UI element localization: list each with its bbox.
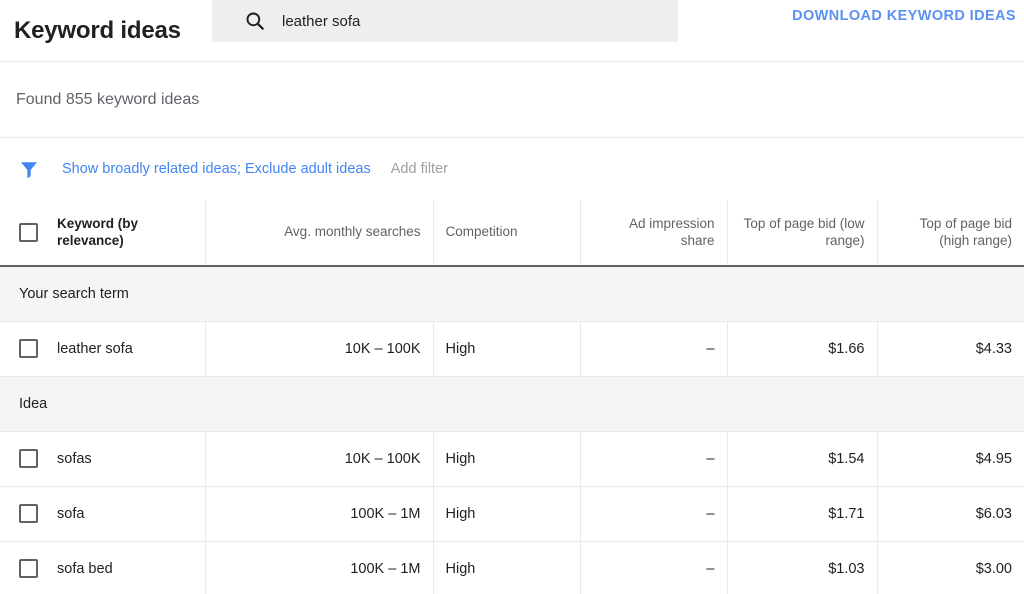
search-input-value[interactable]: leather sofa xyxy=(282,13,360,30)
cell-competition: High xyxy=(433,486,580,541)
row-checkbox[interactable] xyxy=(19,449,38,468)
add-filter-button[interactable]: Add filter xyxy=(391,161,448,177)
row-select-cell xyxy=(0,541,57,594)
row-checkbox[interactable] xyxy=(19,339,38,358)
select-all-header xyxy=(0,200,57,266)
table-row[interactable]: sofa bed100K – 1MHigh–$1.03$3.00 xyxy=(0,541,1024,594)
row-select-cell xyxy=(0,431,57,486)
table-section-title: Your search term xyxy=(0,266,1024,321)
table-section-header: Your search term xyxy=(0,266,1024,321)
table-row[interactable]: sofa100K – 1MHigh–$1.71$6.03 xyxy=(0,486,1024,541)
active-filter-chip[interactable]: Show broadly related ideas; Exclude adul… xyxy=(62,161,371,177)
cell-ad-impression-share: – xyxy=(580,321,727,376)
table-section-title: Idea xyxy=(0,376,1024,431)
keyword-search-box[interactable]: leather sofa xyxy=(212,0,678,42)
cell-avg-monthly-searches: 10K – 100K xyxy=(205,321,433,376)
filter-bar: Show broadly related ideas; Exclude adul… xyxy=(0,138,1024,200)
cell-top-of-page-bid-high: $3.00 xyxy=(877,541,1024,594)
column-header-keyword[interactable]: Keyword (by relevance) xyxy=(57,200,205,266)
table-body: Your search termleather sofa10K – 100KHi… xyxy=(0,266,1024,594)
keyword-ideas-table: Keyword (by relevance) Avg. monthly sear… xyxy=(0,200,1024,594)
column-header-competition[interactable]: Competition xyxy=(433,200,580,266)
table-header-row: Keyword (by relevance) Avg. monthly sear… xyxy=(0,200,1024,266)
filter-funnel-icon[interactable] xyxy=(18,158,40,180)
select-all-checkbox[interactable] xyxy=(19,223,38,242)
found-count-text: Found 855 keyword ideas xyxy=(16,91,199,109)
cell-ad-impression-share: – xyxy=(580,486,727,541)
cell-avg-monthly-searches: 100K – 1M xyxy=(205,486,433,541)
cell-ad-impression-share: – xyxy=(580,431,727,486)
cell-top-of-page-bid-low: $1.03 xyxy=(727,541,877,594)
row-checkbox[interactable] xyxy=(19,559,38,578)
cell-keyword: sofa xyxy=(57,486,205,541)
cell-top-of-page-bid-high: $6.03 xyxy=(877,486,1024,541)
cell-competition: High xyxy=(433,431,580,486)
cell-avg-monthly-searches: 10K – 100K xyxy=(205,431,433,486)
cell-top-of-page-bid-low: $1.54 xyxy=(727,431,877,486)
table-header: Keyword (by relevance) Avg. monthly sear… xyxy=(0,200,1024,266)
row-select-cell xyxy=(0,321,57,376)
table-row[interactable]: sofas10K – 100KHigh–$1.54$4.95 xyxy=(0,431,1024,486)
search-icon xyxy=(244,10,266,32)
cell-ad-impression-share: – xyxy=(580,541,727,594)
column-header-avg-monthly-searches[interactable]: Avg. monthly searches xyxy=(205,200,433,266)
cell-competition: High xyxy=(433,541,580,594)
cell-top-of-page-bid-high: $4.33 xyxy=(877,321,1024,376)
table-row[interactable]: leather sofa10K – 100KHigh–$1.66$4.33 xyxy=(0,321,1024,376)
column-header-top-of-page-bid-high[interactable]: Top of page bid (high range) xyxy=(877,200,1024,266)
cell-top-of-page-bid-low: $1.71 xyxy=(727,486,877,541)
cell-avg-monthly-searches: 100K – 1M xyxy=(205,541,433,594)
download-keyword-ideas-button[interactable]: DOWNLOAD KEYWORD IDEAS xyxy=(792,8,1016,24)
cell-keyword: sofa bed xyxy=(57,541,205,594)
results-summary-bar: Found 855 keyword ideas xyxy=(0,62,1024,138)
cell-competition: High xyxy=(433,321,580,376)
top-bar: Keyword ideas leather sofa DOWNLOAD KEYW… xyxy=(0,0,1024,62)
cell-top-of-page-bid-low: $1.66 xyxy=(727,321,877,376)
column-header-top-of-page-bid-low[interactable]: Top of page bid (low range) xyxy=(727,200,877,266)
cell-top-of-page-bid-high: $4.95 xyxy=(877,431,1024,486)
column-header-ad-impression-share[interactable]: Ad impression share xyxy=(580,200,727,266)
cell-keyword: leather sofa xyxy=(57,321,205,376)
row-checkbox[interactable] xyxy=(19,504,38,523)
row-select-cell xyxy=(0,486,57,541)
table-section-header: Idea xyxy=(0,376,1024,431)
page-title: Keyword ideas xyxy=(0,17,181,45)
cell-keyword: sofas xyxy=(57,431,205,486)
